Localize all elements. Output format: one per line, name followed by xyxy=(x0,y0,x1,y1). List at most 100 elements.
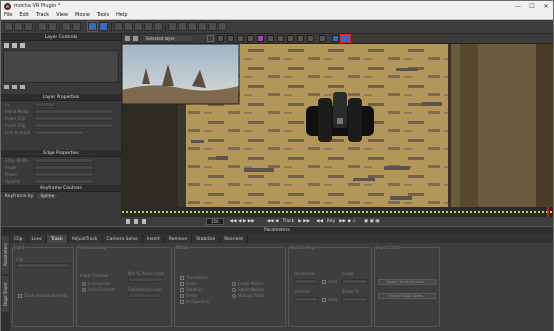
phase-field[interactable] xyxy=(34,172,94,177)
viewer-btn-7[interactable] xyxy=(277,35,284,42)
export-tracking-data-button[interactable]: Export Tracking Data... xyxy=(378,279,436,285)
link-tool-icon[interactable] xyxy=(218,22,227,31)
zoom-tool-icon[interactable] xyxy=(99,22,108,31)
out-point-icon[interactable] xyxy=(142,219,146,224)
minimize-button[interactable]: — xyxy=(511,1,525,11)
timeline-ruler[interactable] xyxy=(122,207,553,217)
play-controls-icon[interactable]: ◀◀ ◀ ▶ ▶▶ xyxy=(230,219,255,224)
menu-view[interactable]: View xyxy=(56,12,68,18)
close-button[interactable]: ✕ xyxy=(539,1,553,11)
mattes-color-icon[interactable] xyxy=(257,35,264,42)
viewer-btn-1[interactable] xyxy=(207,35,214,42)
rotation-checkbox[interactable]: Rotation xyxy=(180,287,203,292)
viewer-btn-8[interactable] xyxy=(287,35,294,42)
bezier-tool-icon[interactable] xyxy=(124,22,133,31)
shear-checkbox[interactable]: Shear xyxy=(180,293,198,298)
link-to-track-select[interactable] xyxy=(34,130,84,135)
insert-clip-select-2[interactable] xyxy=(34,123,114,128)
menu-movie[interactable]: Movie xyxy=(75,12,90,18)
tab-insert[interactable]: Insert xyxy=(143,235,165,243)
tab-track[interactable]: Track xyxy=(46,235,68,243)
tab-stabilize[interactable]: Stabilize xyxy=(192,235,221,243)
translation-checkbox[interactable]: Translation xyxy=(180,275,208,280)
undo-icon[interactable] xyxy=(38,22,47,31)
viewer-btn-9[interactable] xyxy=(297,35,304,42)
insert-clip-select[interactable] xyxy=(34,116,114,121)
viewer-btn-4[interactable] xyxy=(237,35,244,42)
horizontal-auto-checkbox[interactable]: Auto xyxy=(322,279,337,284)
menu-track[interactable]: Track xyxy=(36,12,49,18)
delete-layer-icon[interactable] xyxy=(20,84,25,89)
zoom-field[interactable] xyxy=(342,297,368,302)
viewer-btn-10[interactable] xyxy=(307,35,314,42)
viewer-btn-11[interactable] xyxy=(319,35,326,42)
perspective-checkbox[interactable]: Perspective xyxy=(180,299,209,304)
scale-checkbox[interactable]: Scale xyxy=(180,281,197,286)
new-project-icon[interactable] xyxy=(4,22,13,31)
track-controls-icon[interactable]: ◀◀ ◀ xyxy=(267,219,279,224)
min-pixels-field[interactable] xyxy=(128,277,162,282)
add-layer-icon[interactable] xyxy=(4,84,9,89)
save-project-icon[interactable] xyxy=(24,22,33,31)
menu-tools[interactable]: Tools xyxy=(97,12,109,18)
tab-camera-solve[interactable]: Camera Solve xyxy=(103,235,143,243)
maximize-button[interactable]: ☐ xyxy=(525,1,539,11)
color-icon[interactable] xyxy=(20,43,25,48)
rotate-tool-icon[interactable] xyxy=(188,22,197,31)
menu-help[interactable]: Help xyxy=(116,12,127,18)
layer-list[interactable] xyxy=(3,50,119,83)
manual-track-radio[interactable]: Manual Track xyxy=(232,293,264,298)
key-next-icon[interactable]: ▶▶ ◆ ◇ xyxy=(339,219,356,224)
tab-adjusttrack[interactable]: AdjustTrack xyxy=(68,235,103,243)
tab-reorient[interactable]: Reorient xyxy=(220,235,249,243)
open-project-icon[interactable] xyxy=(14,22,23,31)
layer-select-dropdown[interactable]: Selected layer xyxy=(142,35,194,42)
viewer-btn-5[interactable] xyxy=(247,35,254,42)
luminance-radio[interactable]: Luminance xyxy=(82,281,110,286)
in-field[interactable] xyxy=(34,102,56,107)
large-motion-radio[interactable]: Large Motion xyxy=(232,281,264,286)
edge-width-field[interactable] xyxy=(34,158,94,163)
in-point-icon[interactable] xyxy=(126,219,130,224)
opacity-field[interactable] xyxy=(34,179,94,184)
scale-tool-icon[interactable] xyxy=(198,22,207,31)
lock-icon[interactable] xyxy=(12,43,17,48)
tab-clip[interactable]: Clip xyxy=(10,235,28,243)
menu-edit[interactable]: Edit xyxy=(19,12,29,18)
select-tool-icon[interactable] xyxy=(62,22,71,31)
clip-icon[interactable] xyxy=(133,36,138,41)
blend-mode-select[interactable] xyxy=(34,109,114,114)
add-point-icon[interactable] xyxy=(134,22,143,31)
smoothing-field[interactable] xyxy=(128,293,162,298)
angle-field[interactable] xyxy=(342,279,368,284)
playback-options-icon[interactable]: ▣ ▣ ▣ xyxy=(364,219,380,224)
clip-select[interactable] xyxy=(16,263,70,268)
frame-field[interactable]: 150 xyxy=(206,218,224,225)
small-motion-radio[interactable]: Small Motion xyxy=(232,287,264,292)
overlay-toggle-icon[interactable] xyxy=(340,34,351,43)
viewer-btn-3[interactable] xyxy=(227,35,234,42)
viewer-btn-2[interactable] xyxy=(217,35,224,42)
horizontal-field[interactable] xyxy=(294,279,318,284)
tab-lens[interactable]: Lens xyxy=(28,235,47,243)
move-tool-icon[interactable] xyxy=(178,22,187,31)
vertical-auto-checkbox[interactable]: Auto xyxy=(322,297,337,302)
track-fields-checkbox[interactable]: Track individual fields xyxy=(18,293,67,298)
surface-tool-icon[interactable] xyxy=(208,22,217,31)
rectangle-tool-icon[interactable] xyxy=(144,22,153,31)
visibility-icon[interactable] xyxy=(4,43,9,48)
side-tab-dope-sheet[interactable]: Dope Sheet xyxy=(2,276,9,312)
xspline-tool-icon[interactable] xyxy=(114,22,123,31)
tab-remove[interactable]: Remove xyxy=(165,235,193,243)
viewer-btn-12[interactable] xyxy=(332,35,339,42)
duplicate-layer-icon[interactable] xyxy=(12,84,17,89)
angle-field[interactable] xyxy=(34,165,94,170)
key-prev-icon[interactable]: ◀◀ xyxy=(316,219,323,224)
side-tab-parameters[interactable]: Parameters xyxy=(2,236,9,274)
menu-file[interactable]: File xyxy=(4,12,12,18)
transform-tool-icon[interactable] xyxy=(168,22,177,31)
export-shape-data-button[interactable]: Export Shape Data... xyxy=(378,293,436,299)
keyframe-by-select[interactable]: Spline xyxy=(36,193,59,200)
auto-channel-radio[interactable]: Auto Channel xyxy=(82,287,115,292)
viewer[interactable] xyxy=(122,44,553,207)
